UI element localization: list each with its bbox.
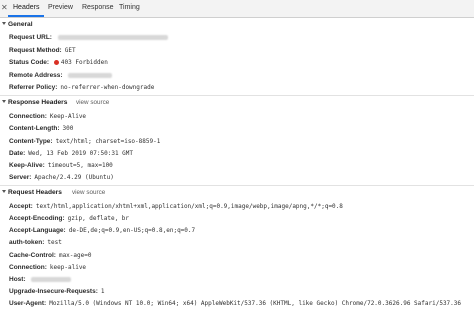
response-header-row: Keep-Alive: timeout=5, max=100 — [9, 162, 113, 169]
request-headers-section-header[interactable]: Request Headers — [2, 189, 62, 196]
header-value: text/html; charset=iso-8859-1 — [55, 138, 161, 145]
response-view-source-link[interactable]: view source — [76, 99, 109, 106]
request-header-row: Accept-Encoding: gzip, deflate, br — [9, 215, 129, 222]
header-key: Server: — [9, 174, 32, 181]
header-key: Upgrade-Insecure-Requests: — [9, 288, 98, 295]
expand-triangle-icon — [2, 190, 6, 193]
header-key: Host: — [9, 276, 26, 283]
request-header-row: User-Agent: Mozilla/5.0 (Windows NT 10.0;… — [9, 300, 461, 307]
response-header-row: Content-Length: 300 — [9, 125, 73, 132]
expand-triangle-icon — [2, 22, 6, 25]
header-value: timeout=5, max=100 — [47, 162, 113, 169]
close-icon[interactable]: ✕ — [1, 3, 8, 12]
header-value: Mozilla/5.0 (Windows NT 10.0; Win64; x64… — [49, 300, 462, 307]
response-header-row: Content-Type: text/html; charset=iso-8859… — [9, 138, 160, 145]
response-header-row: Server: Apache/2.4.29 (Ubuntu) — [9, 174, 114, 181]
header-value: text/html,application/xhtml+xml,applicat… — [35, 203, 343, 210]
general-section-header[interactable]: General — [2, 21, 33, 28]
referrer-policy-value: no-referrer-when-downgrade — [60, 84, 155, 91]
header-key: Keep-Alive: — [9, 162, 45, 169]
header-key: Content-Length: — [9, 125, 60, 132]
request-method-value: GET — [64, 47, 76, 54]
remote-address-label: Remote Address: — [9, 72, 63, 79]
header-key: Accept: — [9, 203, 33, 210]
request-header-row: auth-token: test — [9, 239, 62, 246]
response-header-row: Connection: Keep-Alive — [9, 113, 86, 120]
header-key: Connection: — [9, 264, 47, 271]
request-header-row: Upgrade-Insecure-Requests: 1 — [9, 288, 104, 295]
status-error-icon — [53, 59, 59, 65]
header-key: User-Agent: — [9, 300, 47, 307]
request-method-label: Request Method: — [9, 47, 62, 54]
response-headers-section-header[interactable]: Response Headers — [2, 99, 67, 106]
request-url-label: Request URL: — [9, 34, 52, 41]
request-header-row: Cache-Control: max-age=0 — [9, 252, 91, 259]
request-header-row: Connection: keep-alive — [9, 264, 86, 271]
response-headers-title: Response Headers — [8, 99, 68, 106]
status-code-row: Status Code: 403 Forbidden — [9, 59, 108, 66]
request-url-redacted — [57, 34, 168, 40]
request-view-source-link[interactable]: view source — [72, 189, 105, 196]
general-title: General — [8, 21, 33, 28]
active-tab-indicator — [8, 15, 44, 17]
header-value: Keep-Alive — [49, 113, 87, 120]
header-value: 300 — [62, 125, 74, 132]
header-value: Apache/2.4.29 (Ubuntu) — [34, 174, 114, 181]
request-method-row: Request Method: GET — [9, 47, 76, 54]
request-headers-title: Request Headers — [8, 189, 62, 196]
tab-response[interactable]: Response — [82, 4, 114, 11]
tab-bar: ✕ Headers Preview Response Timing — [0, 0, 474, 18]
header-value: keep-alive — [49, 264, 87, 271]
request-header-row: Accept: text/html,application/xhtml+xml,a… — [9, 203, 343, 210]
request-url-row: Request URL: — [9, 34, 168, 41]
status-code-label: Status Code: — [9, 59, 50, 66]
remote-address-redacted — [68, 72, 113, 78]
referrer-policy-label: Referrer Policy: — [9, 84, 58, 91]
header-key: Content-Type: — [9, 138, 53, 145]
tab-headers[interactable]: Headers — [13, 4, 39, 11]
header-value: 1 — [100, 288, 105, 295]
header-value: de-DE,de;q=0.9,en-US;q=0.8,en;q=0.7 — [68, 227, 196, 234]
header-value: Wed, 13 Feb 2019 07:50:31 GMT — [28, 150, 134, 157]
response-header-row: Date: Wed, 13 Feb 2019 07:50:31 GMT — [9, 150, 133, 157]
request-header-row: Host: — [9, 276, 72, 283]
header-key: Connection: — [9, 113, 47, 120]
header-key: auth-token: — [9, 239, 45, 246]
header-value: max-age=0 — [58, 252, 92, 259]
remote-address-row: Remote Address: — [9, 72, 113, 79]
status-code-value: 403 Forbidden — [60, 59, 108, 66]
header-value: test — [47, 239, 62, 246]
tab-timing[interactable]: Timing — [119, 4, 140, 11]
host-redacted — [31, 276, 72, 282]
tab-preview[interactable]: Preview — [48, 4, 73, 11]
header-key: Cache-Control: — [9, 252, 56, 259]
header-value: gzip, deflate, br — [67, 215, 130, 222]
referrer-policy-row: Referrer Policy: no-referrer-when-downgra… — [9, 84, 154, 91]
expand-triangle-icon — [2, 100, 6, 103]
section-divider — [0, 95, 474, 96]
request-header-row: Accept-Language: de-DE,de;q=0.9,en-US;q=0… — [9, 227, 195, 234]
header-key: Accept-Encoding: — [9, 215, 65, 222]
header-key: Date: — [9, 150, 26, 157]
header-key: Accept-Language: — [9, 227, 66, 234]
section-divider — [0, 185, 474, 186]
